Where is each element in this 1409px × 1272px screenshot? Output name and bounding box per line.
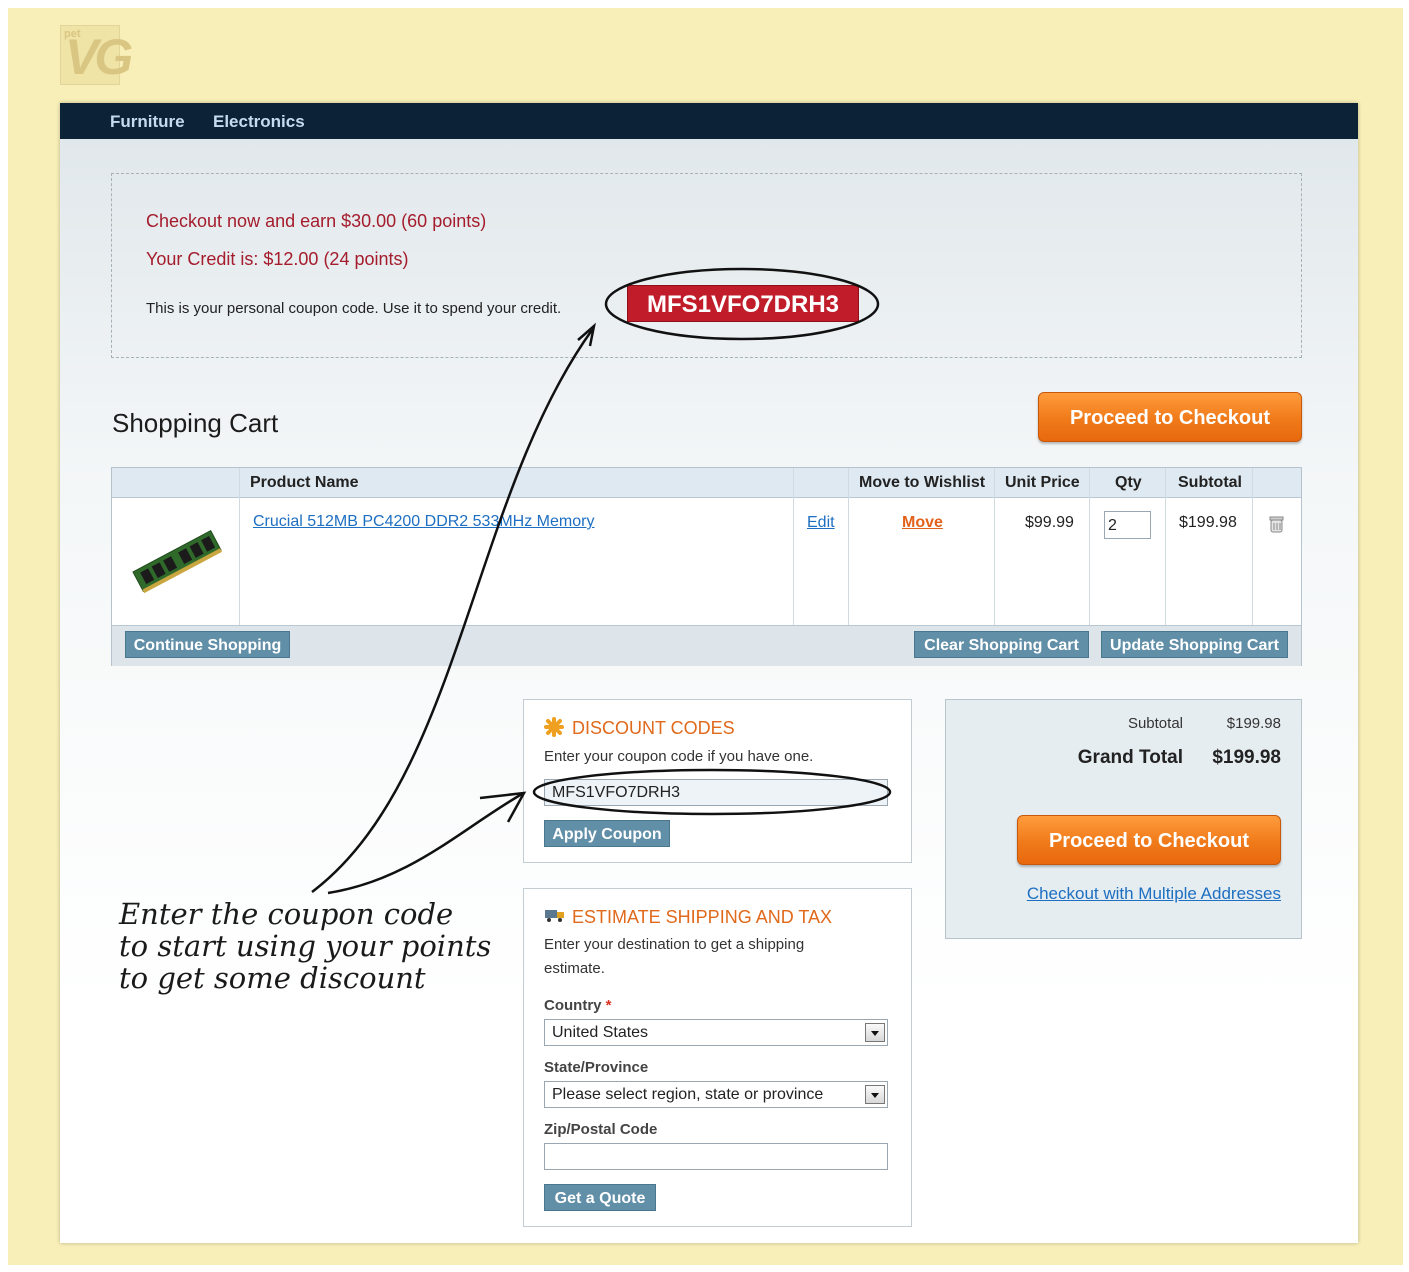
arrow-to-input (327, 792, 523, 895)
arrowhead-to-coupon (577, 322, 596, 347)
coupon-highlight-circle (604, 267, 880, 341)
input-highlight-circle (532, 768, 892, 816)
annotation-drawings (311, 267, 892, 895)
arrow-to-coupon (311, 329, 594, 893)
